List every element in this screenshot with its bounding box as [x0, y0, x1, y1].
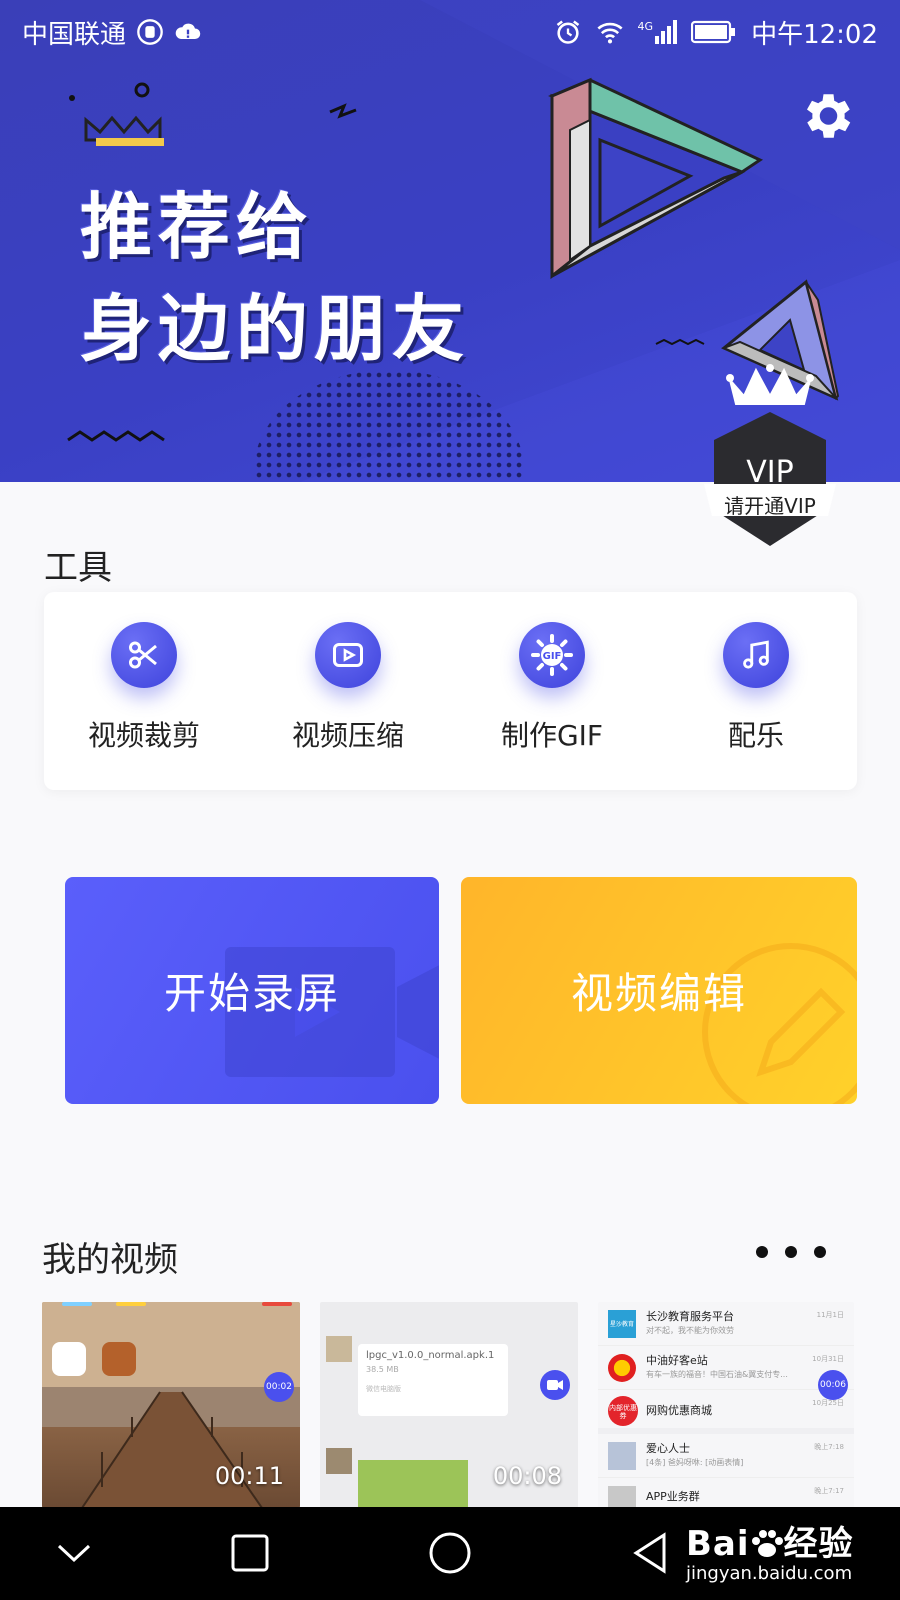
banner-headline-line2: 身边的朋友: [80, 287, 471, 371]
chat-name: 中油好客e站: [646, 1354, 708, 1367]
cloud-alert-icon: [175, 23, 201, 39]
file-status: 微信电脑版: [366, 1385, 401, 1393]
status-bar: 中国联通 4G 中午12:02: [0, 0, 900, 64]
gif-icon: GIF: [519, 622, 585, 688]
file-name: lpgc_v1.0.0_normal.apk.1: [366, 1350, 495, 1361]
watermark-main: Bai 经验: [686, 1516, 854, 1565]
tools-card: 视频裁剪 视频压缩 GIF 制作GIF 配乐: [44, 592, 857, 790]
chat-time: 10月31日: [812, 1355, 844, 1363]
start-recording-button[interactable]: 开始录屏: [65, 877, 439, 1104]
status-time: 中午12:02: [751, 19, 878, 50]
more-dot: [785, 1246, 797, 1258]
video-thumbnail[interactable]: 00:02 00:11: [42, 1302, 300, 1508]
scissors-icon: [111, 622, 177, 688]
my-videos-title: 我的视频: [42, 1240, 178, 1280]
watermark-jingyan: 经验: [783, 1524, 854, 1564]
watermark-bai: Bai: [686, 1524, 750, 1564]
chat-preview: [4条] 爸妈呀咻: [动画表情]: [646, 1458, 744, 1467]
nav-back-button[interactable]: [620, 1523, 680, 1583]
chat-list-item: APP业务群 晚上7:17: [598, 1478, 854, 1508]
file-size: 38.5 MB: [366, 1365, 399, 1374]
chat-time: 晚上7:17: [814, 1487, 844, 1495]
chat-name: 网购优惠商城: [646, 1404, 712, 1417]
alarm-icon: [556, 20, 579, 44]
chevron-down-icon: [57, 1544, 91, 1563]
chat-avatar: [326, 1448, 352, 1474]
more-dot: [756, 1246, 768, 1258]
gif-icon-text: GIF: [543, 651, 562, 662]
baidu-jingyan-watermark: Bai 经验 jingyan.baidu.com: [686, 1516, 854, 1584]
chat-preview: 有车一族的福音！中国石油&翼支付专...: [646, 1370, 788, 1379]
chat-time: 晚上7:18: [814, 1443, 844, 1451]
tools-section-title: 工具: [44, 548, 112, 588]
chat-time: 10月25日: [812, 1399, 844, 1407]
tool-video-trim[interactable]: 视频裁剪: [54, 622, 234, 772]
video-thumbnail[interactable]: lpgc_v1.0.0_normal.apk.1 38.5 MB 微信电脑版 0…: [320, 1302, 578, 1508]
video-duration: 00:08: [492, 1462, 562, 1490]
chat-list: 星沙教育 长沙教育服务平台 对不起，我不能为你效劳 11月1日 中油好客e站 有…: [598, 1302, 854, 1508]
chat-list-item: 爱心人士 [4条] 爸妈呀咻: [动画表情] 晚上7:18: [598, 1434, 854, 1478]
settings-gear-icon[interactable]: [796, 86, 856, 146]
chat-list-item: 星沙教育 长沙教育服务平台 对不起，我不能为你效劳 11月1日: [598, 1302, 854, 1346]
chat-list-item: 中油好客e站 有车一族的福音！中国石油&翼支付专... 10月31日: [598, 1346, 854, 1390]
petrochina-logo-icon: [608, 1354, 636, 1382]
play-box-icon: [315, 622, 381, 688]
more-dot: [814, 1246, 826, 1258]
wifi-icon: [597, 22, 623, 44]
tool-label: 配乐: [727, 719, 784, 752]
vip-title: VIP: [746, 455, 794, 490]
chat-file-card: lpgc_v1.0.0_normal.apk.1 38.5 MB 微信电脑版: [358, 1344, 508, 1416]
watermark-url: jingyan.baidu.com: [686, 1563, 853, 1584]
video-edit-button[interactable]: 视频编辑: [461, 877, 857, 1104]
chat-avatar: 内部优惠券: [608, 1396, 638, 1426]
vip-badge[interactable]: VIP 请开通VIP: [700, 360, 840, 560]
hand-icon: [137, 19, 163, 45]
triangle-back-icon: [633, 1532, 666, 1574]
tool-label: 视频裁剪: [87, 719, 200, 752]
tool-label: 制作GIF: [500, 719, 604, 752]
chat-image: [358, 1460, 468, 1508]
vip-subtitle: 请开通VIP: [724, 494, 816, 518]
carrier-name: 中国联通: [22, 19, 127, 50]
network-type: 4G: [637, 20, 654, 33]
chat-avatar: 星沙教育: [608, 1310, 636, 1338]
chat-name: 爱心人士: [646, 1442, 690, 1455]
video-duration: 00:11: [214, 1462, 284, 1490]
square-icon: [231, 1534, 269, 1572]
nav-recents-button[interactable]: [220, 1523, 280, 1583]
tool-video-compress[interactable]: 视频压缩: [258, 622, 438, 772]
tool-music[interactable]: 配乐: [666, 622, 846, 772]
more-options-button[interactable]: [756, 1240, 826, 1264]
chat-preview: 对不起，我不能为你效劳: [646, 1326, 734, 1335]
cell-signal-icon: 4G: [638, 20, 678, 44]
video-camera-icon: [540, 1370, 570, 1400]
nav-home-button[interactable]: [420, 1523, 480, 1583]
duration-badge: 00:06: [818, 1370, 848, 1400]
chat-name: APP业务群: [646, 1490, 700, 1503]
video-thumbnail[interactable]: 星沙教育 长沙教育服务平台 对不起，我不能为你效劳 11月1日 中油好客e站 有…: [598, 1302, 854, 1508]
battery-icon: [691, 20, 736, 44]
music-note-icon: [723, 622, 789, 688]
banner-headline-line1: 推荐给: [80, 185, 315, 269]
tool-make-gif[interactable]: GIF 制作GIF: [462, 622, 642, 772]
chat-time: 11月1日: [816, 1311, 844, 1319]
chat-avatar: [326, 1336, 352, 1362]
start-recording-label: 开始录屏: [163, 969, 340, 1018]
video-edit-label: 视频编辑: [570, 969, 747, 1018]
nav-collapse-button[interactable]: [44, 1523, 104, 1583]
chat-avatar: [608, 1486, 636, 1508]
chat-name: 长沙教育服务平台: [646, 1310, 734, 1323]
paw-icon: [751, 1530, 783, 1557]
tool-label: 视频压缩: [291, 719, 404, 752]
circle-home-icon: [429, 1532, 471, 1574]
duration-badge: 00:02: [264, 1372, 294, 1402]
chat-list-item: 内部优惠券 网购优惠商城 10月25日: [598, 1390, 854, 1434]
chat-avatar: [608, 1442, 636, 1470]
